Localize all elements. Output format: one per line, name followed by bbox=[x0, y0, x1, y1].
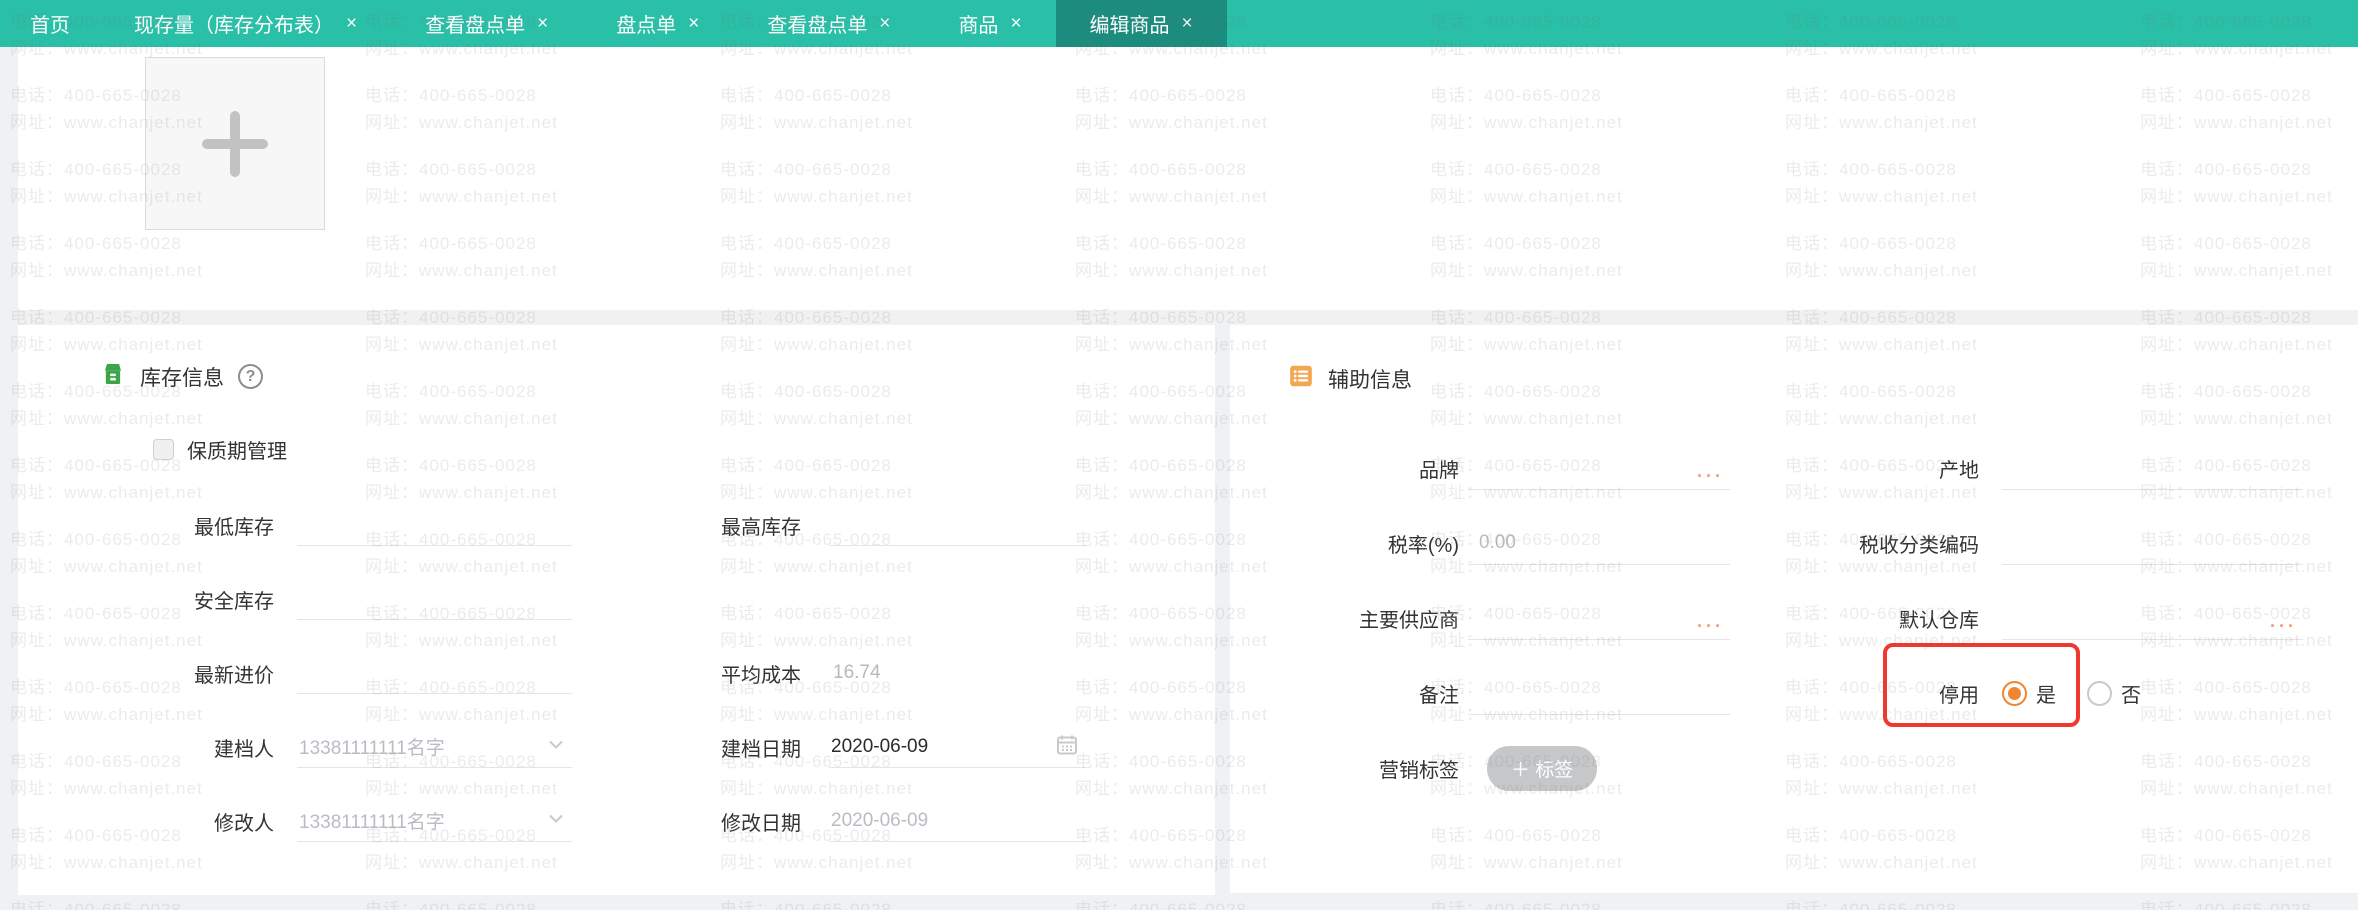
help-icon[interactable]: ? bbox=[238, 364, 263, 389]
remark-field bbox=[1468, 673, 1730, 715]
auxiliary-info-card: 辅助信息 品牌 ··· 产地 税率(%) 税收分类编码 主要供应商 ··· 默认… bbox=[1230, 325, 2358, 893]
safe-stock-label: 安全库存 bbox=[194, 590, 274, 613]
close-icon[interactable]: × bbox=[1182, 14, 1193, 33]
radio-yes-label: 是 bbox=[2036, 685, 2056, 707]
image-upload-box[interactable] bbox=[145, 57, 325, 230]
brand-label: 品牌 bbox=[1419, 460, 1459, 482]
tab-stock-distribution[interactable]: 现存量（库存分布表） × bbox=[100, 0, 391, 47]
create-date-input[interactable] bbox=[829, 735, 1085, 758]
tab-goods[interactable]: 商品 × bbox=[924, 0, 1055, 47]
supplier-label: 主要供应商 bbox=[1359, 610, 1459, 632]
tax-rate-input[interactable] bbox=[1477, 532, 1730, 554]
inventory-form: 最低库存 最高库存 安全库存 最新进价 平均成本 16.74 建档人 13381… bbox=[18, 488, 1215, 858]
create-date-label: 建档日期 bbox=[721, 738, 801, 761]
tab-label: 查看盘点单 bbox=[425, 15, 526, 37]
brand-input[interactable] bbox=[1477, 457, 1730, 479]
remark-label: 备注 bbox=[1419, 685, 1459, 707]
avg-cost-label: 平均成本 bbox=[721, 664, 801, 687]
disable-radio-group: 是 否 bbox=[2002, 673, 2303, 715]
list-icon bbox=[1288, 363, 1314, 394]
tab-view-count-sheet-2[interactable]: 查看盘点单 × bbox=[733, 0, 924, 47]
origin-label: 产地 bbox=[1939, 460, 1979, 482]
tab-home[interactable]: 首页 bbox=[0, 0, 100, 47]
tax-code-label: 税收分类编码 bbox=[1859, 535, 1979, 557]
avg-cost-field: 16.74 bbox=[829, 652, 1085, 694]
close-icon[interactable]: × bbox=[1010, 14, 1021, 33]
max-stock-label: 最高库存 bbox=[721, 516, 801, 539]
store-icon bbox=[100, 361, 126, 392]
creator-field bbox=[297, 726, 572, 768]
create-date-field bbox=[829, 726, 1085, 768]
brand-field: ··· bbox=[1468, 448, 1730, 490]
tab-label: 编辑商品 bbox=[1089, 15, 1170, 37]
more-icon[interactable]: ··· bbox=[1697, 467, 1724, 485]
expiry-management-row: 保质期管理 bbox=[153, 435, 287, 464]
inventory-info-card: 库存信息 ? 保质期管理 最低库存 最高库存 安全库存 最新进价 平均成本 16… bbox=[18, 325, 1215, 895]
section-title: 辅助信息 bbox=[1328, 368, 1412, 392]
min-stock-input[interactable] bbox=[297, 513, 572, 536]
warehouse-field: ··· bbox=[2002, 598, 2303, 640]
modify-date-field bbox=[829, 800, 1085, 842]
radio-no[interactable] bbox=[2087, 681, 2112, 706]
max-stock-field bbox=[829, 504, 1085, 546]
chevron-down-icon[interactable] bbox=[546, 734, 566, 759]
modifier-field bbox=[297, 800, 572, 842]
tab-label: 首页 bbox=[30, 15, 70, 37]
calendar-icon[interactable] bbox=[1055, 732, 1079, 761]
latest-price-input[interactable] bbox=[297, 661, 572, 684]
modifier-label: 修改人 bbox=[214, 812, 274, 835]
tab-label: 商品 bbox=[958, 15, 999, 37]
radio-yes[interactable] bbox=[2002, 681, 2027, 706]
radio-no-label: 否 bbox=[2121, 685, 2141, 707]
close-icon[interactable]: × bbox=[879, 14, 890, 33]
min-stock-field bbox=[297, 504, 572, 546]
origin-field bbox=[2002, 448, 2303, 490]
tax-code-field bbox=[2002, 523, 2303, 565]
origin-input[interactable] bbox=[2002, 457, 2303, 479]
marketing-tags-field: ＋ 标签 bbox=[1468, 746, 1730, 791]
more-icon[interactable]: ··· bbox=[1697, 617, 1724, 635]
add-tag-button[interactable]: ＋ 标签 bbox=[1487, 746, 1598, 791]
disable-label: 停用 bbox=[1939, 685, 1979, 707]
warehouse-label: 默认仓库 bbox=[1899, 610, 1979, 632]
supplier-field: ··· bbox=[1468, 598, 1730, 640]
tab-label: 查看盘点单 bbox=[767, 15, 868, 37]
creator-label: 建档人 bbox=[214, 738, 274, 761]
tab-label: 现存量（库存分布表） bbox=[134, 15, 334, 37]
safe-stock-field bbox=[297, 578, 572, 620]
section-title: 库存信息 bbox=[140, 366, 224, 390]
auxiliary-form: 品牌 ··· 产地 税率(%) 税收分类编码 主要供应商 ··· 默认仓库 ··… bbox=[1230, 431, 2358, 806]
modify-date-input[interactable] bbox=[829, 809, 1085, 832]
warehouse-input[interactable] bbox=[2002, 607, 2303, 629]
remark-input[interactable] bbox=[1477, 682, 1730, 704]
expiry-checkbox-label: 保质期管理 bbox=[187, 441, 287, 463]
tab-count-sheet[interactable]: 盘点单 × bbox=[582, 0, 733, 47]
latest-price-field bbox=[297, 652, 572, 694]
close-icon[interactable]: × bbox=[346, 14, 357, 33]
tab-view-count-sheet-1[interactable]: 查看盘点单 × bbox=[391, 0, 582, 47]
tab-label: 盘点单 bbox=[616, 15, 677, 37]
expiry-checkbox[interactable] bbox=[153, 439, 174, 460]
avg-cost-value: 16.74 bbox=[833, 662, 881, 683]
close-icon[interactable]: × bbox=[537, 14, 548, 33]
close-icon[interactable]: × bbox=[688, 14, 699, 33]
tab-edit-goods[interactable]: 编辑商品 × bbox=[1055, 0, 1227, 47]
modifier-select[interactable] bbox=[297, 809, 572, 832]
tax-code-input[interactable] bbox=[2002, 532, 2303, 554]
chevron-down-icon[interactable] bbox=[546, 808, 566, 833]
more-icon[interactable]: ··· bbox=[2270, 617, 2297, 635]
latest-price-label: 最新进价 bbox=[194, 664, 274, 687]
tab-bar: 首页 现存量（库存分布表） × 查看盘点单 × 盘点单 × 查看盘点单 × 商品… bbox=[0, 0, 2358, 47]
plus-icon bbox=[202, 111, 268, 177]
creator-select[interactable] bbox=[297, 735, 572, 758]
modify-date-label: 修改日期 bbox=[721, 812, 801, 835]
product-image-area bbox=[18, 47, 2358, 310]
marketing-tags-label: 营销标签 bbox=[1379, 760, 1459, 782]
max-stock-input[interactable] bbox=[829, 513, 1085, 536]
safe-stock-input[interactable] bbox=[297, 587, 572, 610]
tax-rate-label: 税率(%) bbox=[1387, 535, 1459, 557]
supplier-input[interactable] bbox=[1477, 607, 1730, 629]
tax-rate-field bbox=[1468, 523, 1730, 565]
min-stock-label: 最低库存 bbox=[194, 516, 274, 539]
